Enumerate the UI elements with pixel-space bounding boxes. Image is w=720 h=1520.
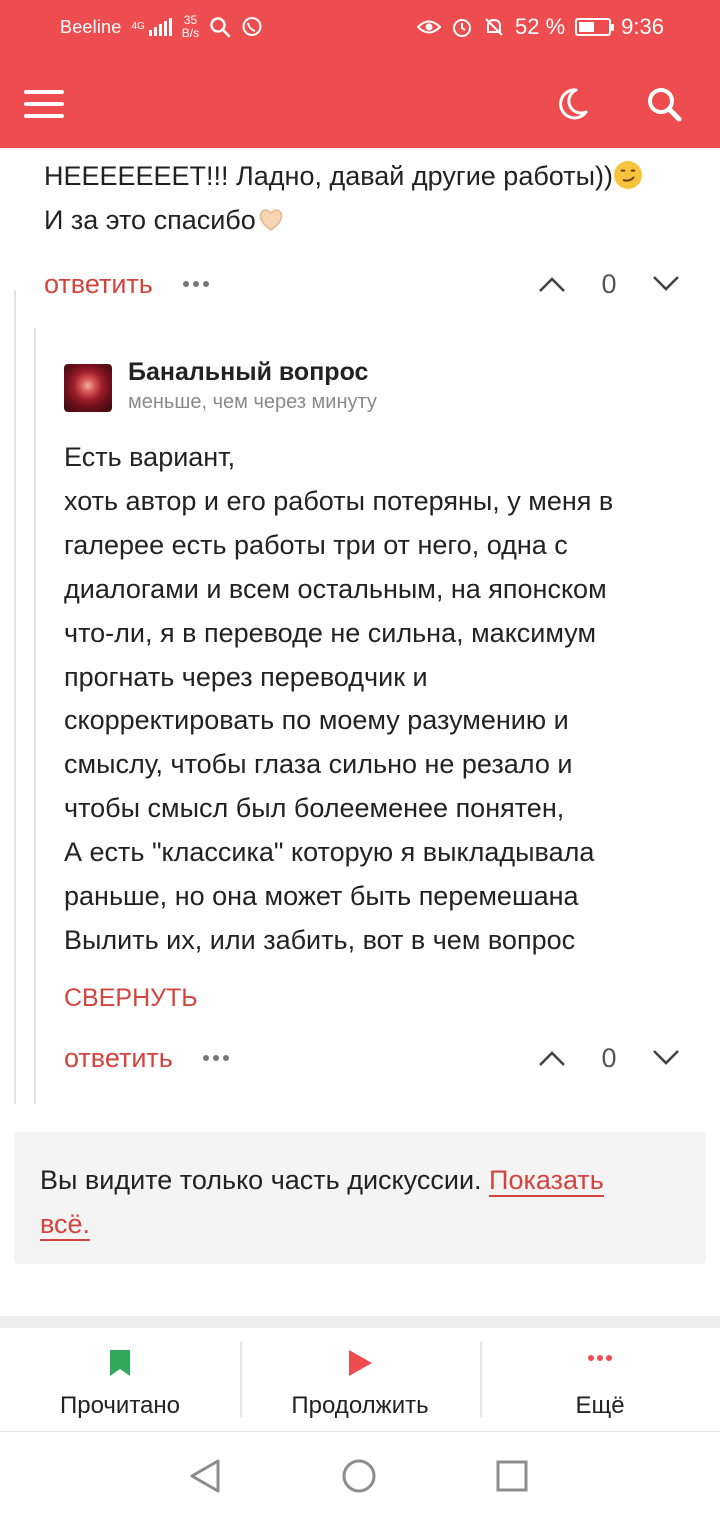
mute-bell-icon	[485, 18, 503, 36]
eye-icon	[417, 20, 442, 34]
comment-line: что-ли, я в переводе не сильна, максимум	[64, 617, 597, 648]
upvote-icon[interactable]	[538, 275, 566, 293]
vote-count: 0	[601, 268, 617, 299]
nav-item-read[interactable]: Прочитано	[0, 1328, 240, 1431]
menu-icon[interactable]	[24, 90, 64, 118]
comment-line: хоть автор и его работы потеряны, у меня…	[64, 485, 614, 516]
clock: 9:36	[621, 14, 664, 39]
vote-count: 0	[601, 1042, 617, 1073]
show-all-link[interactable]: Показать	[489, 1165, 604, 1197]
search-icon[interactable]	[644, 84, 684, 124]
comment-line: галерее есть работы три от него, одна с	[64, 529, 568, 560]
viber-icon	[242, 17, 262, 36]
notice-text: Вы видите только часть дискуссии.	[40, 1165, 490, 1195]
nav-label: Ещё	[575, 1392, 625, 1419]
more-dots-icon	[588, 1355, 612, 1361]
comment-line: А есть "классика" которую я выкладывала	[64, 837, 595, 868]
status-bar: Beeline 4G 35 B/s 52 % 9:36	[0, 0, 720, 62]
reply-comment-actions: ответить 0	[64, 1038, 684, 1078]
search-status-icon	[210, 17, 231, 38]
previous-comment-text: НЕЕЕЕЕЕЕТ!!! Ладно, давай другие работы)…	[44, 154, 684, 242]
thread-line-inner	[34, 328, 36, 1104]
partial-discussion-notice: Вы видите только часть дискуссии. Показа…	[14, 1132, 706, 1264]
more-options-icon[interactable]	[182, 281, 209, 287]
previous-comment-actions: ответить 0	[44, 264, 684, 304]
downvote-icon[interactable]	[652, 1049, 680, 1067]
nav-item-continue[interactable]: Продолжить	[240, 1328, 480, 1431]
play-icon	[349, 1350, 372, 1376]
comment-line: Вылить их, или забить, вот в чем вопрос	[64, 924, 576, 955]
carrier-label: Beeline	[60, 16, 122, 37]
recents-icon[interactable]	[496, 1460, 528, 1492]
comment-line: чтобы смысл был болееменее понятен,	[64, 793, 565, 824]
divider	[0, 1316, 720, 1328]
nav-label: Прочитано	[60, 1392, 180, 1419]
network-type: 4G	[131, 21, 145, 32]
smirking-face-emoji	[613, 161, 642, 189]
upvote-icon[interactable]	[538, 1049, 566, 1067]
avatar[interactable]	[64, 364, 112, 412]
comment-body: Есть вариант, хоть автор и его работы по…	[64, 436, 704, 963]
comment-author[interactable]: Банальный вопрос	[128, 358, 368, 387]
thread-line-outer	[14, 290, 16, 1104]
system-nav-bar	[0, 1432, 720, 1520]
show-all-link-continued[interactable]: всё.	[40, 1209, 91, 1241]
moon-icon[interactable]	[552, 84, 592, 124]
nav-item-more[interactable]: Ещё	[480, 1328, 720, 1431]
comment-line: Есть вариант,	[64, 442, 236, 472]
alarm-icon	[453, 19, 472, 37]
bottom-nav: Прочитано Продолжить Ещё	[0, 1328, 720, 1432]
more-options-icon[interactable]	[202, 1055, 229, 1061]
vote-control: 0	[538, 269, 680, 300]
reply-button[interactable]: ответить	[44, 269, 153, 300]
comment-line: НЕЕЕЕЕЕЕТ!!! Ладно, давай другие работы)…	[44, 161, 613, 191]
network-speed: 35 B/s	[182, 14, 199, 40]
heart-hands-emoji	[259, 209, 283, 231]
comment-line: смыслу, чтобы глаза сильно не резало и	[64, 749, 573, 780]
speed-unit: B/s	[181, 26, 200, 40]
battery-icon	[575, 18, 615, 36]
back-icon[interactable]	[188, 1458, 222, 1494]
speed-value: 35	[183, 13, 198, 27]
signal-icon	[148, 18, 172, 36]
battery-percent: 52 %	[515, 14, 566, 39]
comment-line: диалогами и всем остальным, на японском	[64, 573, 607, 604]
app-bar	[0, 62, 720, 148]
bookmark-icon	[110, 1350, 130, 1376]
nav-label: Продолжить	[291, 1392, 429, 1419]
collapse-button[interactable]: СВЕРНУТЬ	[64, 984, 198, 1013]
vote-control: 0	[538, 1043, 680, 1074]
downvote-icon[interactable]	[652, 275, 680, 293]
comment-line: И за это спасибо	[44, 205, 256, 235]
comment-time: меньше, чем через минуту	[128, 391, 377, 413]
comment-line: прогнать через переводчик и	[64, 661, 428, 692]
comment-line: раньше, но она может быть перемешана	[64, 881, 579, 912]
home-icon[interactable]	[341, 1458, 377, 1494]
reply-button[interactable]: ответить	[64, 1043, 173, 1074]
comment-line: скорректировать по моему разумению и	[64, 705, 569, 736]
screen: Beeline 4G 35 B/s 52 % 9:36 НЕЕЕЕЕЕЕТ!!!…	[0, 0, 720, 1520]
top-bar: Beeline 4G 35 B/s 52 % 9:36	[0, 0, 720, 148]
